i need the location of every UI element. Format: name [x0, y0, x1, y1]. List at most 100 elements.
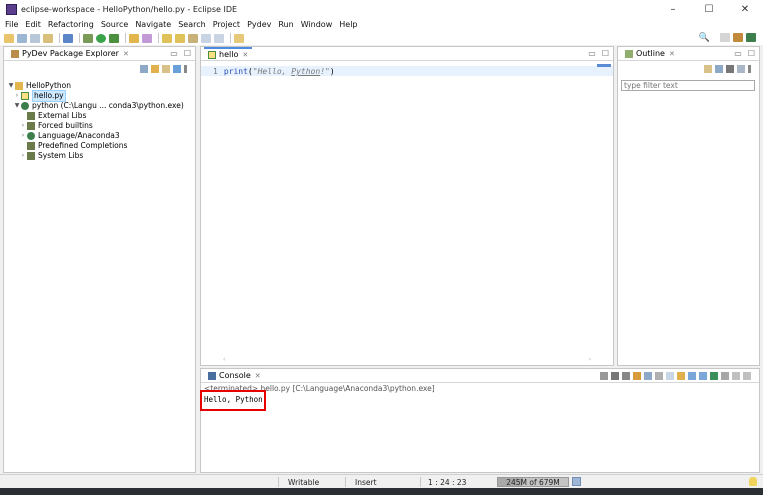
menu-help[interactable]: Help: [339, 20, 357, 29]
chevron-right-icon[interactable]: ›: [19, 121, 27, 131]
maximize-panel-icon[interactable]: ☐: [602, 49, 609, 58]
close-icon[interactable]: ✕: [242, 51, 248, 59]
tree-item-system-libs[interactable]: › System Libs: [7, 151, 184, 161]
more-options-icon[interactable]: [748, 65, 751, 73]
link-editor-icon[interactable]: [151, 65, 159, 73]
chevron-right-icon[interactable]: ›: [19, 151, 27, 161]
window-title: eclipse-workspace - HelloPython/hello.py…: [21, 4, 238, 14]
editor-horizontal-scrollbar[interactable]: ‹ ›: [203, 356, 611, 364]
open-type-icon[interactable]: [43, 33, 53, 43]
menu-pydev[interactable]: Pydev: [247, 20, 271, 29]
open-console-icon[interactable]: [710, 372, 718, 380]
package-explorer-icon: [11, 49, 19, 58]
maximize-button[interactable]: ☐: [691, 0, 727, 18]
scroll-left-icon[interactable]: ‹: [223, 356, 225, 364]
pydev-perspective-icon[interactable]: [746, 33, 756, 42]
back-icon[interactable]: [201, 33, 211, 43]
maximize-panel-icon[interactable]: [743, 372, 751, 380]
show-stdout-icon[interactable]: [666, 372, 674, 380]
new-file-icon[interactable]: [4, 33, 14, 43]
terminate-icon[interactable]: [600, 372, 608, 380]
tree-item-forced-builtins[interactable]: › Forced builtins: [7, 121, 184, 131]
overview-ruler-marker[interactable]: [597, 64, 611, 67]
forward-icon[interactable]: [214, 33, 224, 43]
minimize-panel-icon[interactable]: ▭: [734, 49, 742, 58]
outline-panel: Outline ✕ ▭ ☐: [617, 46, 760, 366]
open-folder-icon[interactable]: [129, 33, 139, 43]
tree-item-file[interactable]: › hello.py: [7, 90, 184, 102]
pin-editor-icon[interactable]: [234, 33, 244, 43]
word-wrap-icon[interactable]: [655, 372, 663, 380]
pen-icon[interactable]: [142, 33, 152, 43]
menu-file[interactable]: File: [5, 20, 18, 29]
tab-console[interactable]: Console ✕: [204, 369, 265, 382]
minimize-panel-icon[interactable]: ▭: [170, 49, 178, 58]
open-perspective-icon[interactable]: [720, 33, 730, 42]
close-icon[interactable]: ✕: [123, 50, 129, 58]
minimize-panel-icon[interactable]: ▭: [588, 49, 596, 58]
tree-item-interpreter[interactable]: ▼ python (C:\Langu ... conda3\python.exe…: [7, 101, 184, 111]
tree-item-external-libs[interactable]: External Libs: [7, 111, 184, 121]
menu-run[interactable]: Run: [278, 20, 293, 29]
menu-navigate[interactable]: Navigate: [135, 20, 171, 29]
chevron-down-icon[interactable]: ▼: [13, 101, 21, 111]
tree-item-predefined[interactable]: Predefined Completions: [7, 141, 184, 151]
tree-item-anaconda[interactable]: › Language/Anaconda3: [7, 131, 184, 141]
hide-fields-icon[interactable]: [726, 65, 734, 73]
save-icon[interactable]: [17, 33, 27, 43]
more-options-icon[interactable]: [184, 65, 187, 73]
heap-status[interactable]: 245M of 679M: [497, 477, 569, 487]
menu-search[interactable]: Search: [178, 20, 205, 29]
view-menu-icon[interactable]: [721, 372, 729, 380]
run-external-icon[interactable]: [109, 33, 119, 43]
view-menu-icon[interactable]: [173, 65, 181, 73]
java-perspective-icon[interactable]: [733, 33, 743, 42]
show-stderr-icon[interactable]: [677, 372, 685, 380]
maximize-panel-icon[interactable]: ☐: [184, 49, 191, 58]
next-annotation-icon[interactable]: [162, 33, 172, 43]
filter-icon[interactable]: [162, 65, 170, 73]
display-console-icon[interactable]: [699, 372, 707, 380]
menu-refactoring[interactable]: Refactoring: [48, 20, 94, 29]
minimize-panel-icon[interactable]: [732, 372, 740, 380]
close-icon[interactable]: ✕: [669, 50, 675, 58]
chevron-right-icon[interactable]: ›: [19, 131, 27, 141]
chevron-right-icon[interactable]: ›: [13, 91, 21, 101]
scroll-lock-icon[interactable]: [644, 372, 652, 380]
debug-icon[interactable]: [83, 33, 93, 43]
menu-edit[interactable]: Edit: [25, 20, 41, 29]
chevron-down-icon[interactable]: ▼: [7, 81, 15, 91]
collapse-all-icon[interactable]: [140, 65, 148, 73]
scroll-right-icon[interactable]: ›: [589, 356, 591, 364]
outline-filter-input[interactable]: [621, 80, 755, 91]
run-icon[interactable]: [96, 33, 106, 43]
tab-outline[interactable]: Outline ✕: [621, 47, 679, 60]
maximize-panel-icon[interactable]: ☐: [748, 49, 755, 58]
remove-all-icon[interactable]: [622, 372, 630, 380]
menu-project[interactable]: Project: [213, 20, 240, 29]
pin-console-icon[interactable]: [688, 372, 696, 380]
editor-header: hello ✕ ▭ ☐: [201, 47, 613, 61]
expand-icon[interactable]: [737, 65, 745, 73]
menu-window[interactable]: Window: [301, 20, 333, 29]
tab-hello[interactable]: hello ✕: [204, 47, 253, 60]
minimize-button[interactable]: –: [655, 0, 691, 18]
prev-annotation-icon[interactable]: [175, 33, 185, 43]
console-icon: [208, 371, 216, 380]
last-edit-icon[interactable]: [188, 33, 198, 43]
lightbulb-icon[interactable]: [749, 477, 757, 486]
sort-icon[interactable]: [715, 65, 723, 73]
code-line-1[interactable]: 1 print("Hello, Python!"): [213, 67, 335, 76]
close-icon[interactable]: ✕: [255, 372, 261, 380]
tab-package-explorer[interactable]: PyDev Package Explorer ✕: [7, 47, 133, 60]
clear-console-icon[interactable]: [633, 372, 641, 380]
remove-launch-icon[interactable]: [611, 372, 619, 380]
library-icon: [27, 122, 35, 130]
terminal-icon[interactable]: [63, 33, 73, 43]
save-all-icon[interactable]: [30, 33, 40, 43]
search-icon[interactable]: 🔍: [699, 33, 710, 43]
trash-icon[interactable]: [572, 477, 581, 486]
menu-source[interactable]: Source: [101, 20, 128, 29]
filter-icon[interactable]: [704, 65, 712, 73]
close-button[interactable]: ✕: [727, 0, 763, 18]
